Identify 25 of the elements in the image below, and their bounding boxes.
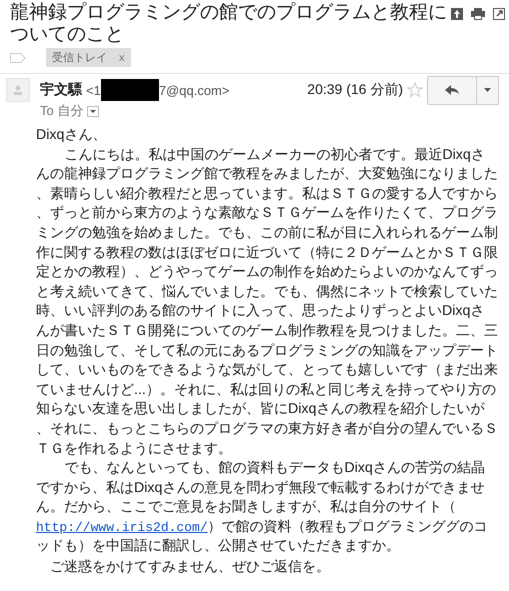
recipient-label: To 自分 [40,102,84,120]
message-time: 20:39 (16 分前) [307,81,403,99]
details-dropdown[interactable] [87,106,100,116]
print-icon[interactable] [471,8,485,20]
caret-icon [90,110,96,112]
upload-icon[interactable] [451,8,463,20]
popout-icon[interactable] [493,8,505,20]
sender-email: <1 [86,82,101,98]
tag-label: 受信トレイ [52,50,107,65]
more-button[interactable] [477,76,499,104]
caret-icon [484,88,491,92]
website-link[interactable]: http://www.iris2d.com/ [36,520,208,535]
person-icon [13,85,23,95]
greeting: Dixqさん、 [36,126,108,145]
sender-name: 宇文驃 [40,81,82,99]
star-icon[interactable] [407,82,423,98]
redaction-block [100,79,159,101]
remove-tag-button[interactable]: x [119,52,124,64]
reply-icon [445,85,459,95]
closing-line: ご迷惑をかけてすみません、ぜひご返信を。 [49,557,331,576]
sender-email: 7@qq.com> [158,82,230,98]
body-paragraph: こんにちは。私は中国のゲームメーカーの初心者です。最近Dixqさんの龍神録プログラミング館で教程をみましたが、大変勉強になりました、素晴らしい紹介教程だと思っています。私はＳＴＧの愛する人ですから、ずっと前から東方のような素敵なＳＴＧゲームを作りたくて、プログラミングの勉強を始めました。でも、この前に私が目に入れられるゲーム制作に関する教程の数はほぼゼロに近づいて（特に２ＤゲームとかＳＴＧ限定とかの教程）、どうやってゲームの制作を始めたらよいのかなんてずっと考え続いてきて、悩んでいました。でも、偶然にネットで検索していた時、いい評判のある館のサイトに入って、思ったよりずっとよいDixqさんが書いたＳＴＧ開発についてのゲーム制作教程を見つけました。二、三日の勉強して、そして私の元にあるプログラミングの知識をアップデートして、いいものをできるような気がして、とっても嬉しいです（まだ出来ていませんけど...）。それに、私は回りの私と同じ考えを持ってやり方の知らない友達を思い出しましたが、皆にDixqさんの教程を紹介したいが、それに、もっとこちらのプログラマの東方好き者が自分の望んでいるＳＴＧを作れるようにさせます。 [36,146,498,458]
email-subject: 龍神録プログラミングの館でのプログラムと教程についてのこと [10,2,448,46]
reply-button[interactable] [427,76,477,104]
body-paragraph: でも、なんといっても、館の資料もデータもDixqさんの苦労の結晶ですから、私はDixqさんの意見を問わず無段で転載するわけができません。だから、ここでご意見をお聞きしますが、私は自分のサイト（ http://www.iris2d.com/）で館の資料（教程もプログラミンググのコッドも）を中国語に翻訳し、公開させていただきますか。 [36,459,489,556]
